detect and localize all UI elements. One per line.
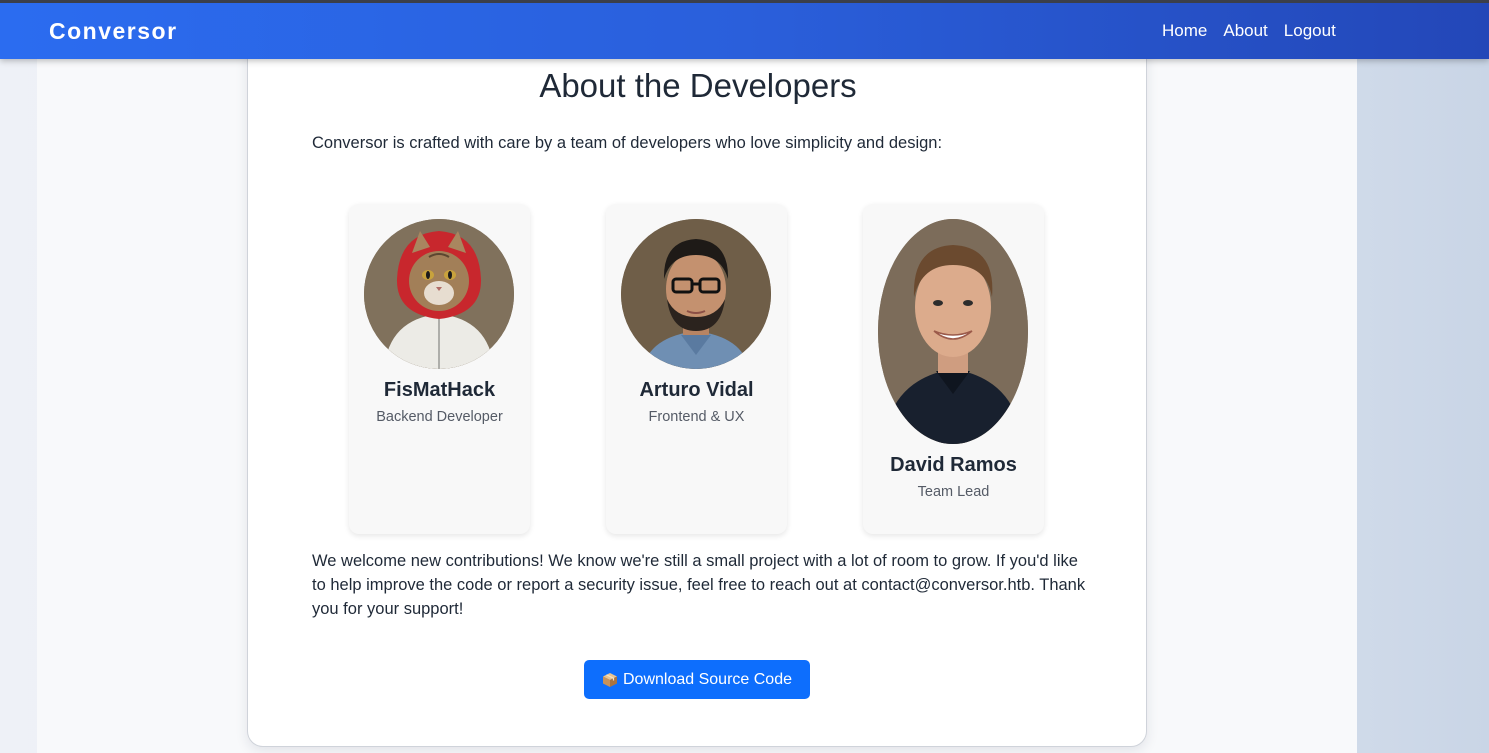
- smiling-man-avatar-icon: [878, 219, 1028, 444]
- man-glasses-avatar-icon: [621, 219, 771, 369]
- developer-role: Backend Developer: [376, 409, 503, 425]
- brand-logo[interactable]: Conversor: [49, 18, 178, 45]
- page-title: About the Developers: [539, 67, 857, 104]
- intro-text: Conversor is crafted with care by a team…: [312, 134, 943, 152]
- about-card: About the Developers Conversor is crafte…: [247, 20, 1147, 747]
- navbar: Conversor Home About Logout: [0, 3, 1489, 59]
- developer-name: David Ramos: [890, 454, 1017, 476]
- developer-card-fismathack: FisMatHack Backend Developer: [349, 204, 530, 534]
- download-source-button[interactable]: Download Source Code: [584, 660, 810, 699]
- developer-name: FisMatHack: [383, 379, 496, 401]
- developer-name: Arturo Vidal: [639, 379, 754, 401]
- nav-link-home[interactable]: Home: [1162, 21, 1207, 41]
- nav-links: Home About Logout: [1162, 21, 1352, 41]
- cat-avatar-icon: [364, 219, 514, 369]
- developer-card-david-ramos: David Ramos Team Lead: [863, 204, 1044, 534]
- developer-role: Team Lead: [917, 484, 990, 500]
- developer-card-arturo-vidal: Arturo Vidal Frontend & UX: [606, 204, 787, 534]
- download-button-label: Download Source Code: [623, 670, 792, 688]
- nav-link-logout[interactable]: Logout: [1284, 21, 1336, 41]
- window-top-border: [0, 0, 1489, 3]
- contribution-text: We welcome new contributions! We know we…: [312, 552, 1086, 618]
- nav-link-about[interactable]: About: [1223, 21, 1267, 41]
- package-icon: [602, 672, 618, 688]
- developer-role: Frontend & UX: [648, 409, 745, 425]
